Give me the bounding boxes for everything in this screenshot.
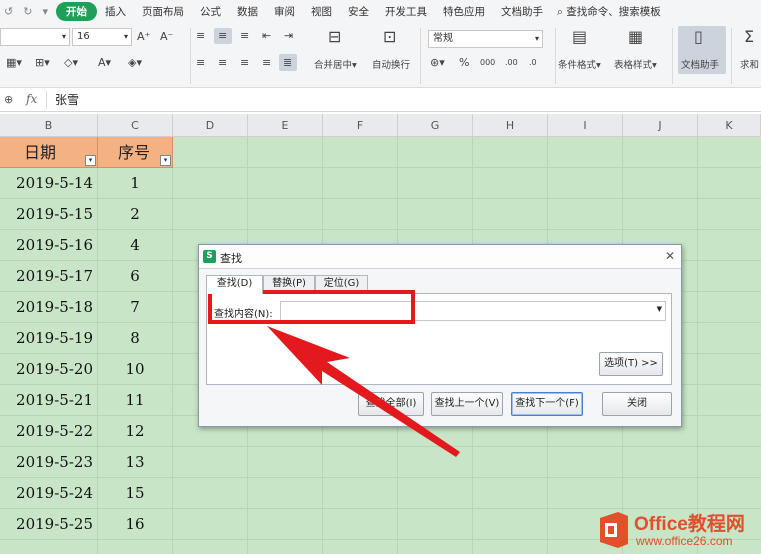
watermark-url: www.office26.com — [636, 534, 733, 548]
office-logo-icon — [600, 512, 628, 548]
spreadsheet-window: ↺ ↻ ▾ 开始 插入 页面布局 公式 数据 审阅 视图 安全 开发工具 特色应… — [0, 0, 761, 554]
watermark: Office教程网 www.office26.com — [594, 506, 761, 554]
watermark-title: Office教程网 — [634, 514, 745, 535]
annotation-arrow — [267, 326, 460, 457]
arrow-shape — [267, 326, 460, 457]
tab-find[interactable]: 查找(D) — [206, 275, 263, 294]
